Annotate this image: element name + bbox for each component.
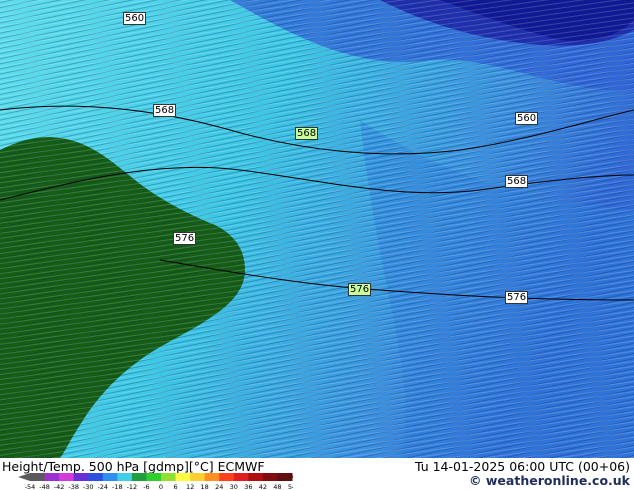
scale-tick-label: -38	[68, 483, 79, 490]
wind-hatching-light	[0, 0, 634, 458]
scale-swatch	[161, 473, 177, 481]
scale-swatch	[131, 473, 147, 481]
scale-tick-label: 18	[201, 483, 209, 490]
scale-swatch	[277, 473, 293, 481]
scale-swatch	[30, 473, 46, 481]
scale-tick-label: 30	[230, 483, 238, 490]
scale-tick-label: -48	[39, 483, 50, 490]
map-footer: Height/Temp. 500 hPa [gdmp][°C] ECMWF Tu…	[0, 458, 634, 490]
scale-tick-label: -12	[127, 483, 138, 490]
credit-link[interactable]: © weatheronline.co.uk	[469, 473, 630, 488]
scale-swatch	[219, 473, 235, 481]
scale-swatch	[175, 473, 191, 481]
contour-label-576: 576	[505, 291, 529, 304]
map-title: Height/Temp. 500 hPa [gdmp][°C] ECMWF	[2, 459, 265, 474]
scale-tick-label: -18	[112, 483, 123, 490]
scale-tick-label: -42	[54, 483, 65, 490]
scale-tick-label: 0	[159, 483, 163, 490]
scale-tick-label: -6	[143, 483, 149, 490]
contour-label-560: 560	[123, 12, 147, 25]
scale-tick-label: -54	[25, 483, 36, 490]
forecast-datetime: Tu 14-01-2025 06:00 UTC (00+06)	[414, 459, 630, 474]
scale-tick-label: -24	[97, 483, 108, 490]
scale-tick-label: 48	[273, 483, 281, 490]
scale-swatch	[73, 473, 89, 481]
scale-tick-label: 12	[186, 483, 194, 490]
scale-swatch	[204, 473, 220, 481]
scale-tick-label: 24	[215, 483, 223, 490]
scale-swatch	[190, 473, 206, 481]
scale-swatch	[102, 473, 118, 481]
weather-map: 560 568 568 560 568 576 576 576	[0, 0, 634, 458]
scale-swatch	[248, 473, 264, 481]
scale-tick-label: 42	[259, 483, 267, 490]
scale-tick-label: -30	[83, 483, 94, 490]
scale-tick-label: 6	[173, 483, 177, 490]
color-scale: -54 -48 -42 -38 -30 -24 -18 -12 -6 0 6 12 18 24 30 36 42…	[18, 473, 293, 490]
scale-swatch	[146, 473, 162, 481]
scale-swatch	[117, 473, 133, 481]
scale-swatch	[233, 473, 249, 481]
scale-swatch	[88, 473, 104, 481]
scale-tick-label: 54	[288, 483, 293, 490]
scale-tick-label: 36	[244, 483, 252, 490]
scale-swatch	[59, 473, 75, 481]
contour-label-568: 568	[153, 104, 177, 117]
scale-arrow-left	[18, 473, 30, 481]
contour-label-576: 576	[348, 283, 372, 296]
contour-label-568: 568	[295, 127, 319, 140]
scale-swatch	[262, 473, 278, 481]
map-canvas	[0, 0, 634, 458]
scale-swatch	[44, 473, 60, 481]
contour-label-560: 560	[515, 112, 539, 125]
contour-label-568: 568	[505, 175, 529, 188]
contour-label-576: 576	[173, 232, 197, 245]
